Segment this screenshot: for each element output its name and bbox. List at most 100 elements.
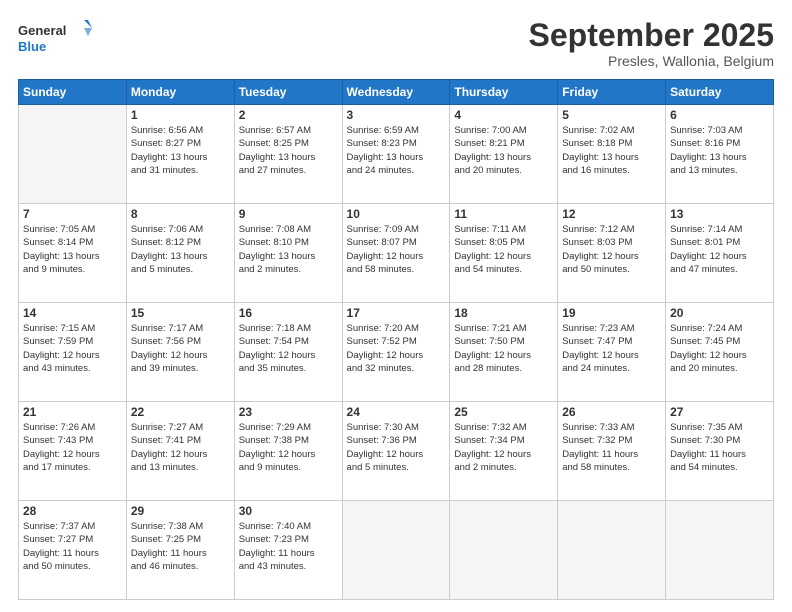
day-number: 24 bbox=[347, 405, 446, 419]
day-number: 13 bbox=[670, 207, 769, 221]
day-number: 1 bbox=[131, 108, 230, 122]
day-number: 3 bbox=[347, 108, 446, 122]
calendar-cell: 15 Sunrise: 7:17 AMSunset: 7:56 PMDayligh… bbox=[126, 303, 234, 402]
day-info: Sunrise: 7:37 AMSunset: 7:27 PMDaylight:… bbox=[23, 520, 122, 573]
day-number: 7 bbox=[23, 207, 122, 221]
day-number: 27 bbox=[670, 405, 769, 419]
calendar-cell: 6 Sunrise: 7:03 AMSunset: 8:16 PMDaylight… bbox=[666, 105, 774, 204]
calendar-cell bbox=[342, 501, 450, 600]
day-info: Sunrise: 7:14 AMSunset: 8:01 PMDaylight:… bbox=[670, 223, 769, 276]
calendar-cell: 20Sunrise: 7:24 AMSunset: 7:45 PMDayligh… bbox=[666, 303, 774, 402]
calendar-cell: 11 Sunrise: 7:11 AMSunset: 8:05 PMDayligh… bbox=[450, 204, 558, 303]
month-title: September 2025 bbox=[529, 18, 774, 53]
day-info: Sunrise: 7:23 AMSunset: 7:47 PMDaylight:… bbox=[562, 322, 661, 375]
calendar-cell: 29 Sunrise: 7:38 AMSunset: 7:25 PMDayligh… bbox=[126, 501, 234, 600]
day-info: Sunrise: 7:38 AMSunset: 7:25 PMDaylight:… bbox=[131, 520, 230, 573]
day-info: Sunrise: 7:06 AMSunset: 8:12 PMDaylight:… bbox=[131, 223, 230, 276]
header: General Blue September 2025 Presles, Wal… bbox=[18, 18, 774, 69]
calendar-cell: 13 Sunrise: 7:14 AMSunset: 8:01 PMDayligh… bbox=[666, 204, 774, 303]
calendar-cell: 14 Sunrise: 7:15 AMSunset: 7:59 PMDayligh… bbox=[19, 303, 127, 402]
calendar-cell: 8 Sunrise: 7:06 AMSunset: 8:12 PMDaylight… bbox=[126, 204, 234, 303]
svg-text:Blue: Blue bbox=[18, 39, 46, 54]
day-info: Sunrise: 7:08 AMSunset: 8:10 PMDaylight:… bbox=[239, 223, 338, 276]
svg-text:General: General bbox=[18, 23, 66, 38]
day-number: 8 bbox=[131, 207, 230, 221]
calendar-cell: 1 Sunrise: 6:56 AMSunset: 8:27 PMDaylight… bbox=[126, 105, 234, 204]
day-info: Sunrise: 7:05 AMSunset: 8:14 PMDaylight:… bbox=[23, 223, 122, 276]
calendar-cell: 27 Sunrise: 7:35 AMSunset: 7:30 PMDayligh… bbox=[666, 402, 774, 501]
calendar-cell: 9 Sunrise: 7:08 AMSunset: 8:10 PMDaylight… bbox=[234, 204, 342, 303]
calendar-cell: 25Sunrise: 7:32 AMSunset: 7:34 PMDayligh… bbox=[450, 402, 558, 501]
day-info: Sunrise: 6:59 AMSunset: 8:23 PMDaylight:… bbox=[347, 124, 446, 177]
calendar-cell: 16 Sunrise: 7:18 AMSunset: 7:54 PMDayligh… bbox=[234, 303, 342, 402]
day-number: 2 bbox=[239, 108, 338, 122]
day-number: 18 bbox=[454, 306, 553, 320]
day-info: Sunrise: 7:21 AMSunset: 7:50 PMDaylight:… bbox=[454, 322, 553, 375]
day-header: Thursday bbox=[450, 80, 558, 105]
day-info: Sunrise: 7:20 AMSunset: 7:52 PMDaylight:… bbox=[347, 322, 446, 375]
day-header: Tuesday bbox=[234, 80, 342, 105]
calendar-cell bbox=[19, 105, 127, 204]
day-info: Sunrise: 7:11 AMSunset: 8:05 PMDaylight:… bbox=[454, 223, 553, 276]
day-number: 10 bbox=[347, 207, 446, 221]
day-info: Sunrise: 7:12 AMSunset: 8:03 PMDaylight:… bbox=[562, 223, 661, 276]
day-info: Sunrise: 7:35 AMSunset: 7:30 PMDaylight:… bbox=[670, 421, 769, 474]
day-number: 12 bbox=[562, 207, 661, 221]
calendar-cell: 24 Sunrise: 7:30 AMSunset: 7:36 PMDayligh… bbox=[342, 402, 450, 501]
day-number: 11 bbox=[454, 207, 553, 221]
day-info: Sunrise: 7:40 AMSunset: 7:23 PMDaylight:… bbox=[239, 520, 338, 573]
day-number: 14 bbox=[23, 306, 122, 320]
day-header: Wednesday bbox=[342, 80, 450, 105]
calendar-cell: 12 Sunrise: 7:12 AMSunset: 8:03 PMDayligh… bbox=[558, 204, 666, 303]
calendar-cell: 26 Sunrise: 7:33 AMSunset: 7:32 PMDayligh… bbox=[558, 402, 666, 501]
day-number: 29 bbox=[131, 504, 230, 518]
day-number: 30 bbox=[239, 504, 338, 518]
calendar-cell: 3 Sunrise: 6:59 AMSunset: 8:23 PMDaylight… bbox=[342, 105, 450, 204]
calendar-cell: 19 Sunrise: 7:23 AMSunset: 7:47 PMDayligh… bbox=[558, 303, 666, 402]
day-number: 5 bbox=[562, 108, 661, 122]
calendar-cell bbox=[666, 501, 774, 600]
day-header: Sunday bbox=[19, 80, 127, 105]
day-info: Sunrise: 7:30 AMSunset: 7:36 PMDaylight:… bbox=[347, 421, 446, 474]
day-info: Sunrise: 7:17 AMSunset: 7:56 PMDaylight:… bbox=[131, 322, 230, 375]
day-header: Monday bbox=[126, 80, 234, 105]
day-number: 23 bbox=[239, 405, 338, 419]
day-number: 6 bbox=[670, 108, 769, 122]
day-info: Sunrise: 7:24 AMSunset: 7:45 PMDaylight:… bbox=[670, 322, 769, 375]
calendar-cell bbox=[558, 501, 666, 600]
day-number: 19 bbox=[562, 306, 661, 320]
day-info: Sunrise: 7:15 AMSunset: 7:59 PMDaylight:… bbox=[23, 322, 122, 375]
calendar-cell: 5 Sunrise: 7:02 AMSunset: 8:18 PMDaylight… bbox=[558, 105, 666, 204]
day-info: Sunrise: 6:56 AMSunset: 8:27 PMDaylight:… bbox=[131, 124, 230, 177]
calendar-cell: 4Sunrise: 7:00 AMSunset: 8:21 PMDaylight… bbox=[450, 105, 558, 204]
calendar-table: SundayMondayTuesdayWednesdayThursdayFrid… bbox=[18, 79, 774, 600]
calendar-cell: 18 Sunrise: 7:21 AMSunset: 7:50 PMDayligh… bbox=[450, 303, 558, 402]
calendar-cell: 30 Sunrise: 7:40 AMSunset: 7:23 PMDayligh… bbox=[234, 501, 342, 600]
title-block: September 2025 Presles, Wallonia, Belgiu… bbox=[529, 18, 774, 69]
day-number: 26 bbox=[562, 405, 661, 419]
day-info: Sunrise: 7:09 AMSunset: 8:07 PMDaylight:… bbox=[347, 223, 446, 276]
day-number: 15 bbox=[131, 306, 230, 320]
day-number: 25 bbox=[454, 405, 553, 419]
calendar-cell: 17Sunrise: 7:20 AMSunset: 7:52 PMDayligh… bbox=[342, 303, 450, 402]
day-number: 4 bbox=[454, 108, 553, 122]
day-info: Sunrise: 7:18 AMSunset: 7:54 PMDaylight:… bbox=[239, 322, 338, 375]
day-number: 9 bbox=[239, 207, 338, 221]
day-number: 21 bbox=[23, 405, 122, 419]
day-number: 16 bbox=[239, 306, 338, 320]
day-info: Sunrise: 7:29 AMSunset: 7:38 PMDaylight:… bbox=[239, 421, 338, 474]
day-info: Sunrise: 6:57 AMSunset: 8:25 PMDaylight:… bbox=[239, 124, 338, 177]
day-info: Sunrise: 7:27 AMSunset: 7:41 PMDaylight:… bbox=[131, 421, 230, 474]
location: Presles, Wallonia, Belgium bbox=[529, 53, 774, 69]
day-info: Sunrise: 7:03 AMSunset: 8:16 PMDaylight:… bbox=[670, 124, 769, 177]
logo: General Blue bbox=[18, 18, 98, 58]
day-info: Sunrise: 7:33 AMSunset: 7:32 PMDaylight:… bbox=[562, 421, 661, 474]
day-info: Sunrise: 7:02 AMSunset: 8:18 PMDaylight:… bbox=[562, 124, 661, 177]
calendar-cell: 23 Sunrise: 7:29 AMSunset: 7:38 PMDayligh… bbox=[234, 402, 342, 501]
calendar-cell: 22 Sunrise: 7:27 AMSunset: 7:41 PMDayligh… bbox=[126, 402, 234, 501]
day-header: Friday bbox=[558, 80, 666, 105]
day-number: 22 bbox=[131, 405, 230, 419]
day-header: Saturday bbox=[666, 80, 774, 105]
calendar-cell: 10 Sunrise: 7:09 AMSunset: 8:07 PMDayligh… bbox=[342, 204, 450, 303]
calendar-cell: 7 Sunrise: 7:05 AMSunset: 8:14 PMDaylight… bbox=[19, 204, 127, 303]
